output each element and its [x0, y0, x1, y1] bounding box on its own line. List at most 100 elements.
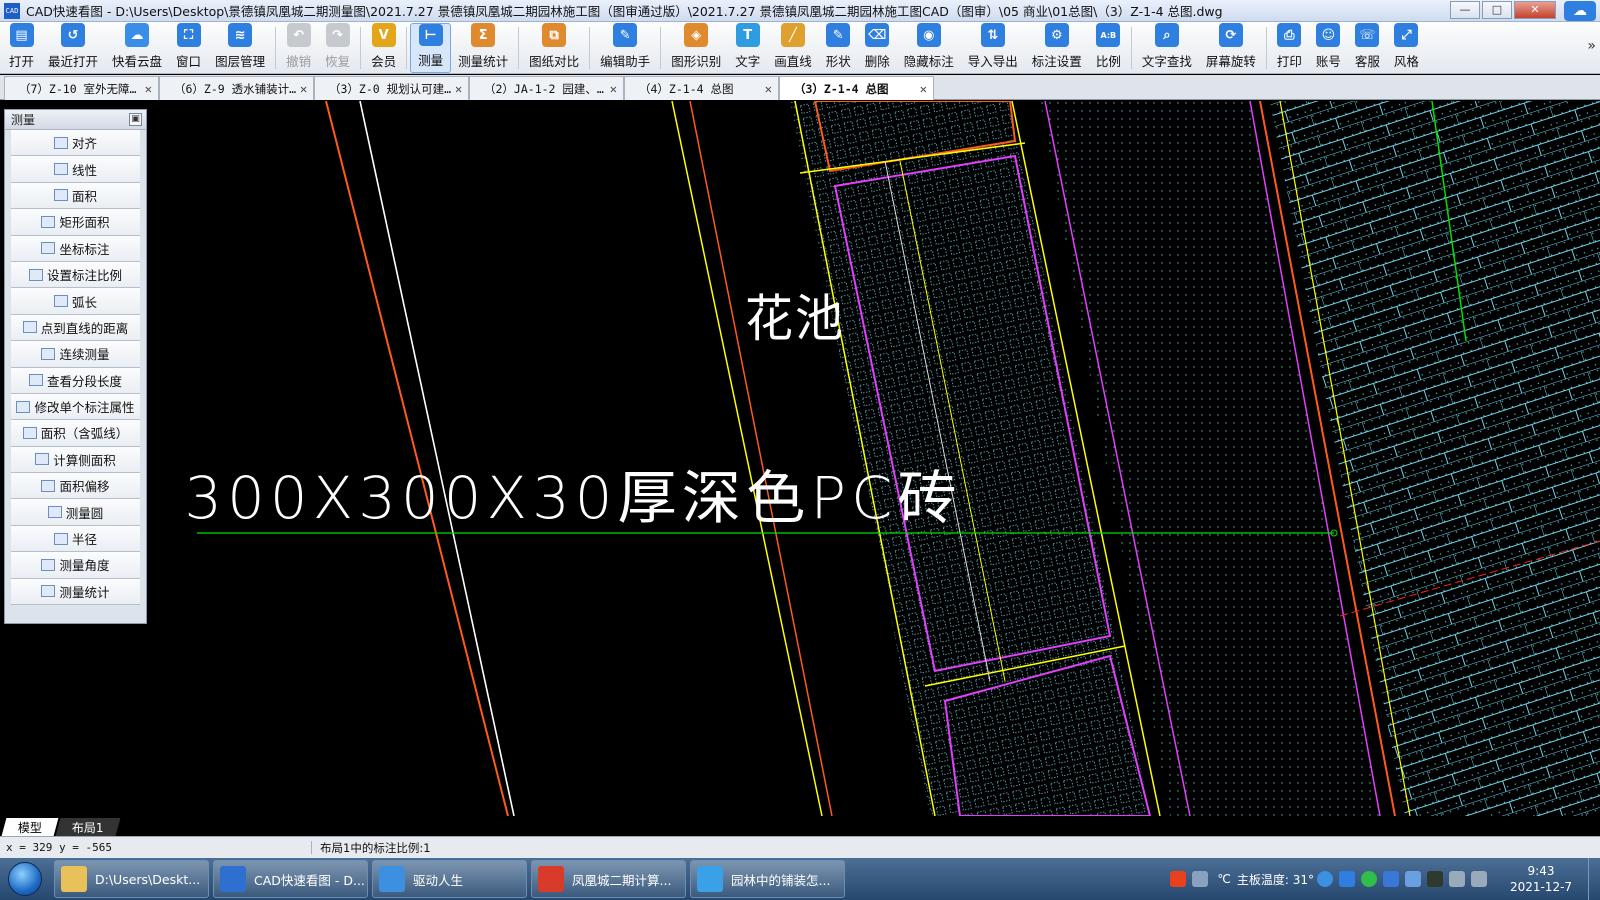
- taskbar-task[interactable]: 凤凰城二期计算...: [531, 860, 686, 898]
- tab-close-icon[interactable]: ✕: [765, 82, 772, 96]
- toolbar-item-14[interactable]: ╱ 画直线: [767, 23, 819, 73]
- measure-tool-icon: [53, 295, 68, 308]
- measure-tool-item[interactable]: 点到直线的距离: [11, 314, 140, 342]
- document-tab[interactable]: （3）Z-1-4 总图 ✕: [779, 76, 934, 100]
- toolbar-item-24[interactable]: ☺ 账号: [1309, 23, 1348, 73]
- browser-icon: [697, 866, 723, 892]
- toolbar-item-22[interactable]: ⟳ 屏幕旋转: [1199, 23, 1263, 73]
- tab-close-icon[interactable]: ✕: [145, 82, 152, 96]
- toolbar-item-13[interactable]: T 文字: [728, 23, 767, 73]
- toolbar-item-19[interactable]: ⚙ 标注设置: [1025, 23, 1089, 73]
- measure-tool-item[interactable]: 计算侧面积: [11, 446, 140, 474]
- taskbar-task[interactable]: CAD快速看图 - D...: [213, 860, 368, 898]
- tab-close-icon[interactable]: ✕: [610, 82, 617, 96]
- taskbar-task[interactable]: 驱动人生: [372, 860, 527, 898]
- start-button[interactable]: [0, 858, 50, 900]
- cloud-logo-icon[interactable]: ☁: [1564, 1, 1596, 21]
- toolbar-item-0[interactable]: ▤ 打开: [2, 23, 41, 73]
- measure-tool-icon: [41, 242, 56, 255]
- security-shield-icon[interactable]: [1383, 871, 1399, 887]
- measure-tool-item[interactable]: 矩形面积: [11, 209, 140, 236]
- toolbar-item-18[interactable]: ⇅ 导入导出: [961, 23, 1025, 73]
- toolbar-item-label: 隐藏标注: [903, 54, 954, 69]
- measure-tool-item[interactable]: 面积（含弧线）: [11, 420, 140, 447]
- minimize-button[interactable]: —: [1450, 0, 1480, 19]
- document-tab[interactable]: （3）Z-0 规划认可建… ✕: [314, 76, 469, 100]
- thermometer-icon[interactable]: [1192, 871, 1209, 887]
- network-icon[interactable]: [1471, 871, 1487, 887]
- ruler-icon: ⊢: [418, 24, 443, 46]
- measure-tool-item[interactable]: 测量统计: [11, 578, 140, 606]
- show-desktop-button[interactable]: [1588, 858, 1600, 900]
- toolbar-item-5[interactable]: ↶ 撤销: [279, 23, 318, 73]
- measure-tool-item[interactable]: 连续测量: [11, 341, 140, 368]
- measure-tool-item[interactable]: 设置标注比例: [11, 261, 140, 289]
- line-icon: ╱: [780, 23, 805, 47]
- close-window-button[interactable]: ✕: [1514, 0, 1556, 19]
- measure-tool-item[interactable]: 弧长: [11, 288, 140, 315]
- cad-app-icon: [220, 866, 246, 892]
- document-tab[interactable]: （4）Z-1-4 总图 ✕: [624, 76, 779, 100]
- measure-tool-item[interactable]: 查看分段长度: [11, 367, 140, 394]
- text-icon: T: [735, 23, 760, 47]
- tab-layout1[interactable]: 布局1: [55, 818, 121, 836]
- toolbar-item-21[interactable]: ⌕ 文字查找: [1135, 23, 1199, 73]
- document-tab-label: （7）Z-10 室外无障…: [19, 81, 137, 96]
- toolbar-separator: [360, 27, 362, 69]
- maximize-button[interactable]: □: [1482, 0, 1512, 19]
- measure-tool-item[interactable]: 测量角度: [11, 552, 140, 579]
- measure-tool-item[interactable]: 坐标标注: [11, 235, 140, 262]
- measure-tool-item[interactable]: 半径: [11, 525, 140, 553]
- measure-tool-item[interactable]: 线性: [11, 156, 140, 183]
- toolbar-item-10[interactable]: ⧉ 图纸对比: [522, 23, 586, 73]
- drawing-canvas[interactable]: 花池 300X300X30厚深色PC砖 S 中 °, ☺ 🎤 ⌨ 👤 👕 ▦: [0, 101, 1600, 816]
- measure-tool-icon: [28, 374, 43, 387]
- toolbar-item-8[interactable]: ⊢ 测量: [410, 23, 452, 73]
- toolbar-item-7[interactable]: V 会员: [364, 23, 403, 73]
- system-clock[interactable]: 9:43 2021-12-7: [1498, 863, 1584, 895]
- measure-tool-item[interactable]: 修改单个标注属性: [11, 393, 140, 421]
- document-tab[interactable]: （7）Z-10 室外无障… ✕: [4, 76, 159, 100]
- toolbar-item-1[interactable]: ↺ 最近打开: [41, 23, 105, 73]
- panel-close-icon[interactable]: ▣: [129, 113, 142, 126]
- measure-tool-item[interactable]: 对齐: [11, 130, 140, 157]
- toolbar-item-25[interactable]: ☏ 客服: [1348, 23, 1387, 73]
- toolbar-item-11[interactable]: ✎ 编辑助手: [593, 23, 657, 73]
- toolbar-item-23[interactable]: ⎙ 打印: [1270, 23, 1309, 73]
- toolbar-more-button[interactable]: »: [1587, 38, 1596, 54]
- tab-close-icon[interactable]: ✕: [920, 82, 927, 96]
- toolbar-item-26[interactable]: ⤢ 风格: [1387, 23, 1426, 73]
- volume-icon[interactable]: [1449, 871, 1465, 887]
- toolbar-item-12[interactable]: ◈ 图形识别: [664, 23, 728, 73]
- toolbar-item-17[interactable]: ◉ 隐藏标注: [897, 23, 961, 73]
- driver-tray-icon[interactable]: [1317, 871, 1333, 887]
- document-tab[interactable]: （2）JA-1-2 园建、… ✕: [469, 76, 624, 100]
- tab-model[interactable]: 模型: [1, 818, 59, 836]
- toolbar-item-15[interactable]: ✎ 形状: [819, 23, 858, 73]
- bluetooth-icon[interactable]: [1339, 871, 1355, 887]
- measure-tool-item[interactable]: 测量圆: [11, 499, 140, 526]
- nvidia-icon[interactable]: [1427, 871, 1443, 887]
- cloud-tray-icon[interactable]: [1405, 871, 1421, 887]
- toolbar-item-20[interactable]: A:B 比例: [1089, 23, 1128, 73]
- sogou-tray-icon[interactable]: [1170, 871, 1187, 887]
- toolbar-item-16[interactable]: ⌫ 删除: [858, 23, 897, 73]
- tab-close-icon[interactable]: ✕: [455, 82, 462, 96]
- taskbar-task[interactable]: 园林中的铺装怎...: [690, 860, 845, 898]
- wechat-icon[interactable]: [1361, 871, 1377, 887]
- document-tab[interactable]: （6）Z-9 透水铺装计… ✕: [159, 76, 314, 100]
- toolbar-item-6[interactable]: ↷ 恢复: [318, 23, 357, 73]
- toolbar-separator: [1130, 27, 1132, 69]
- measure-panel-header: 测量 ▣: [5, 110, 146, 130]
- hide-icon: ◉: [916, 23, 941, 47]
- document-tab-label: （4）Z-1-4 总图: [639, 81, 734, 96]
- toolbar-item-3[interactable]: ⛶ 窗口: [169, 23, 208, 73]
- taskbar-task[interactable]: D:\Users\Deskt...: [54, 860, 209, 898]
- toolbar-item-4[interactable]: ≋ 图层管理: [208, 23, 272, 73]
- measure-tool-item[interactable]: 面积: [11, 182, 140, 210]
- toolbar-item-2[interactable]: ☁ 快看云盘: [105, 23, 169, 73]
- tab-close-icon[interactable]: ✕: [300, 82, 307, 96]
- measure-tool-item[interactable]: 面积偏移: [11, 473, 140, 500]
- text-search-icon: ⌕: [1154, 23, 1179, 47]
- toolbar-item-9[interactable]: Σ 测量统计: [451, 23, 515, 73]
